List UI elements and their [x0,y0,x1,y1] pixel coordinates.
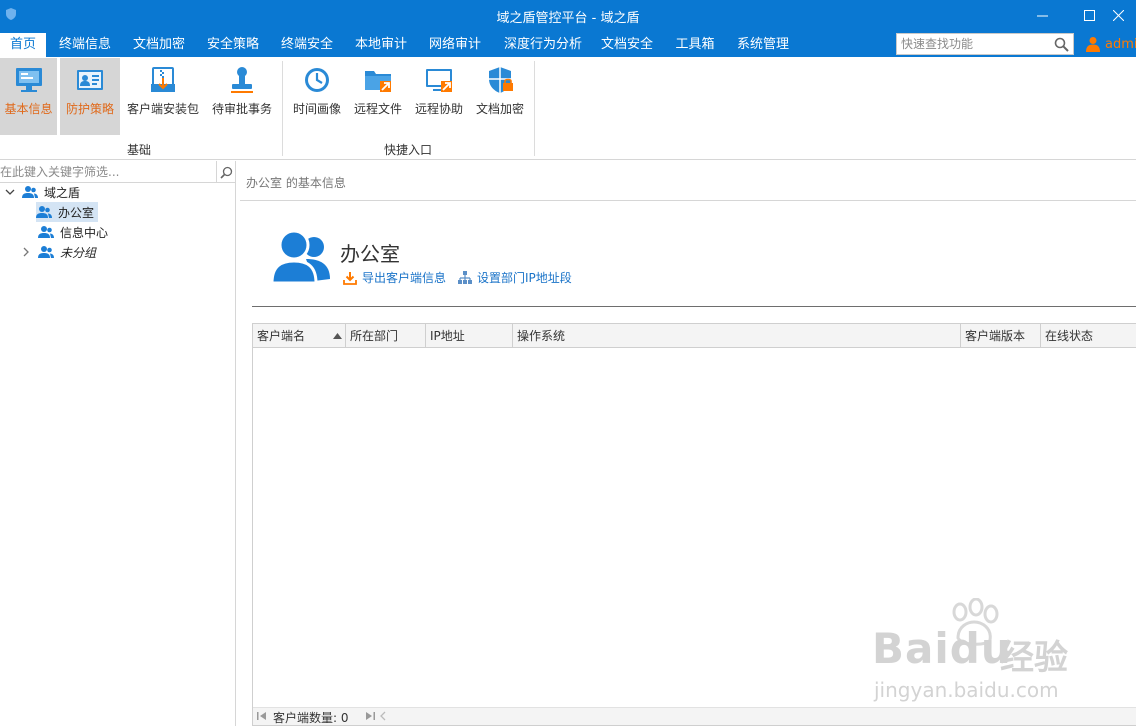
remote-assist-button[interactable]: 远程协助 [410,58,468,135]
monitor-info-icon [15,68,42,92]
doc-encrypt-button[interactable]: 文档加密 [471,58,529,135]
department-icon [272,229,330,285]
remote-file-button[interactable]: 远程文件 [349,58,407,135]
column-header-online-status[interactable]: 在线状态 [1041,324,1136,348]
last-page-icon[interactable] [365,711,375,721]
menu-tab-toolbox[interactable]: 工具箱 [668,33,722,57]
quick-search-box [896,33,1074,55]
column-header-client-name[interactable]: 客户端名 [253,324,346,348]
department-name: 办公室 [340,242,400,266]
menu-tab-system-admin[interactable]: 系统管理 [730,33,796,57]
column-header-ip[interactable]: IP地址 [426,324,513,348]
user-group-icon [22,186,38,198]
menu-tab-home[interactable]: 首页 [0,33,46,57]
column-header-department[interactable]: 所在部门 [346,324,426,348]
pending-approval-button[interactable]: 待审批事务 [206,58,278,135]
remote-assist-icon [426,69,452,92]
download-icon [343,271,357,285]
ribbon-toolbar: 基本信息 防护策略 客户端安装包 待审批事务 基础 时间画像 远程文件 远程协助… [0,57,1136,160]
column-header-os[interactable]: 操作系统 [513,324,961,348]
basic-info-label: 基本信息 [4,102,53,116]
remote-file-label: 远程文件 [353,102,402,116]
chevron-down-icon[interactable] [4,186,16,198]
user-group-icon [36,206,52,218]
ribbon-group-divider [282,61,283,156]
tree-node-info-center[interactable]: 信息中心 [38,222,108,242]
maximize-icon [1083,9,1095,21]
export-client-info-label: 导出客户端信息 [362,271,447,285]
client-install-package-button[interactable]: 客户端安装包 [123,58,203,135]
minimize-button[interactable] [1019,0,1065,30]
breadcrumb: 办公室 的基本信息 [246,176,346,190]
minimize-icon [1036,15,1048,16]
ribbon-group-basic-label: 基础 [126,143,151,157]
network-icon [458,270,472,284]
tree-node-ungrouped[interactable]: 未分组 [20,242,96,262]
tree-filter [0,161,236,183]
time-profile-label: 时间画像 [292,102,341,116]
column-header-client-version[interactable]: 客户端版本 [961,324,1041,348]
user-icon [1086,37,1100,52]
department-tree-panel: 域之盾 办公室 信息中心 未分组 [0,161,236,726]
client-table: 客户端名 所在部门 IP地址 操作系统 客户端版本 在线状态 客户端数量: 0 [252,323,1136,726]
user-group-icon [38,226,54,238]
tree-filter-input[interactable] [0,164,210,180]
tree-node-office-label: 办公室 [58,205,95,220]
remote-assist-label: 远程协助 [414,102,463,116]
set-department-ip-link[interactable]: 设置部门IP地址段 [458,269,572,286]
window-title: 域之盾管控平台 - 域之盾 [496,11,640,26]
tree-node-office[interactable]: 办公室 [36,202,99,222]
id-card-icon [77,70,103,90]
menu-tab-local-audit[interactable]: 本地审计 [348,33,414,57]
clock-icon [305,68,329,92]
tree-node-ungrouped-label: 未分组 [60,245,97,260]
main-content: 办公室 的基本信息 办公室 导出客户端信息 设置部门IP地址段 客户端名 所在部… [240,161,1136,726]
first-page-icon[interactable] [257,711,267,721]
title-bar: 域之盾管控平台 - 域之盾 [0,0,1136,30]
quick-search-input[interactable] [901,36,1051,52]
user-group-icon [38,246,54,258]
menu-tab-terminal-info[interactable]: 终端信息 [52,33,118,57]
menu-tab-behavior-analysis[interactable]: 深度行为分析 [496,33,590,57]
pending-approval-label: 待审批事务 [211,102,272,116]
menu-tab-doc-security[interactable]: 文档安全 [594,33,660,57]
table-footer: 客户端数量: 0 [253,707,1136,725]
basic-info-button[interactable]: 基本信息 [0,58,57,135]
menu-tab-security-policy[interactable]: 安全策略 [200,33,266,57]
tree-node-root-label: 域之盾 [44,185,81,200]
chevron-right-icon[interactable] [20,246,32,258]
menu-tab-network-audit[interactable]: 网络审计 [422,33,488,57]
client-install-package-label: 客户端安装包 [126,102,199,116]
sort-ascending-icon [333,333,342,339]
time-profile-button[interactable]: 时间画像 [287,58,347,135]
search-icon[interactable] [1054,37,1069,52]
approval-stamp-icon [231,67,253,93]
tree-node-root[interactable]: 域之盾 [4,182,80,202]
app-window: 域之盾管控平台 - 域之盾 首页 终端信息 文档加密 安全策略 终端安全 本地审… [0,0,1136,726]
client-count: 客户端数量: 0 [273,711,349,725]
table-header: 客户端名 所在部门 IP地址 操作系统 客户端版本 在线状态 [253,324,1136,348]
set-department-ip-label: 设置部门IP地址段 [477,271,572,285]
remote-folder-icon [365,71,391,92]
protection-policy-button[interactable]: 防护策略 [60,58,120,135]
user-name: admi [1105,36,1136,52]
export-client-info-link[interactable]: 导出客户端信息 [343,269,446,286]
tree-node-info-center-label: 信息中心 [60,225,109,240]
search-icon [220,166,233,179]
tree-filter-search-button[interactable] [216,161,236,183]
section-divider [252,306,1136,307]
close-icon [1112,9,1124,21]
ribbon-group-shortcut-label: 快捷入口 [383,143,432,157]
doc-encrypt-label: 文档加密 [475,102,524,116]
protection-policy-label: 防护策略 [65,102,114,116]
install-package-icon [151,67,175,92]
menu-tab-doc-encrypt[interactable]: 文档加密 [126,33,192,57]
scroll-left-icon[interactable] [379,711,387,721]
ribbon-group-divider [534,61,535,156]
user-menu[interactable]: admi [1086,33,1136,55]
divider [240,200,1136,201]
close-button[interactable] [1100,0,1136,30]
menu-tab-terminal-security[interactable]: 终端安全 [274,33,340,57]
shield-lock-icon [489,67,513,93]
